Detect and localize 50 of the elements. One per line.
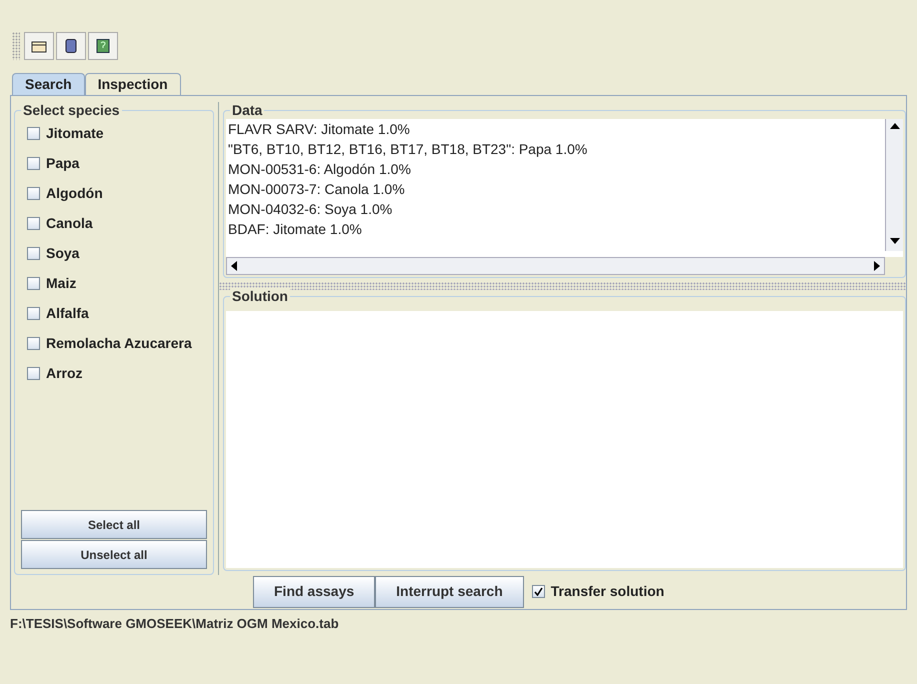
checkbox[interactable] [27, 247, 40, 260]
checkbox[interactable] [27, 277, 40, 290]
right-arrow-icon [873, 261, 881, 271]
data-line: MON-04032-6: Soya 1.0% [228, 200, 394, 219]
checkbox-label: Maiz [46, 274, 76, 293]
checkbox[interactable] [27, 157, 40, 170]
help-icon [95, 39, 111, 53]
checkbox-label: Soya [46, 244, 80, 263]
action-button[interactable]: Interrupt search [375, 576, 524, 608]
checkbox-label: Jitomate [46, 124, 104, 143]
data-line: MON-00073-7: Canola 1.0% [228, 180, 406, 199]
checkbox-label: Algodón [46, 184, 103, 203]
checkbox-label: Transfer solution [550, 582, 664, 601]
checkbox[interactable] [27, 187, 40, 200]
splitter[interactable] [219, 282, 906, 290]
checkbox[interactable] [27, 307, 40, 320]
horizontal-scrollbar[interactable] [226, 257, 885, 275]
folder-icon-button[interactable] [24, 32, 54, 60]
selection-button[interactable]: Unselect all [21, 540, 207, 569]
up-arrow-icon [890, 122, 900, 130]
data-line: MON-00531-6: Algodón 1.0% [228, 160, 412, 179]
left-arrow-icon [230, 261, 238, 271]
data-line: FLAVR SARV: Jitomate 1.0% [228, 120, 411, 139]
selection-button[interactable]: Select all [21, 510, 207, 539]
data-line: BDAF: Jitomate 1.0% [228, 220, 363, 239]
vertical-scrollbar[interactable] [885, 119, 903, 251]
checkbox-label: Arroz [46, 364, 83, 383]
checkbox-label: Alfalfa [46, 304, 89, 323]
toolbar-grip[interactable] [12, 32, 20, 60]
file-path-label: F:\TESIS\Software GMOSEEK\Matriz OGM Mexico.tab [9, 615, 340, 633]
notebook-icon-button[interactable] [56, 32, 86, 60]
tab[interactable]: Inspection [84, 73, 181, 95]
checkbox[interactable] [27, 337, 40, 350]
help-icon-button[interactable] [88, 32, 118, 60]
notebook-icon [63, 39, 79, 53]
checkbox-label: Remolacha Azucarera [46, 334, 192, 353]
group-title: Solution [230, 288, 290, 304]
checkbox[interactable] [27, 127, 40, 140]
checkbox-label: Canola [46, 214, 93, 233]
checkbox-label: Papa [46, 154, 80, 173]
down-arrow-icon [890, 237, 900, 245]
checkbox[interactable] [27, 367, 40, 380]
group-title: Data [230, 102, 264, 118]
checkbox[interactable] [532, 585, 545, 598]
action-button[interactable]: Find assays [253, 576, 376, 608]
checkbox[interactable] [27, 217, 40, 230]
folder-icon [31, 39, 47, 53]
tab[interactable]: Search [12, 73, 85, 95]
data-line: "BT6, BT10, BT12, BT16, BT17, BT18, BT23": Papa 1.0% [228, 140, 588, 159]
group-title: Select species [21, 102, 122, 118]
